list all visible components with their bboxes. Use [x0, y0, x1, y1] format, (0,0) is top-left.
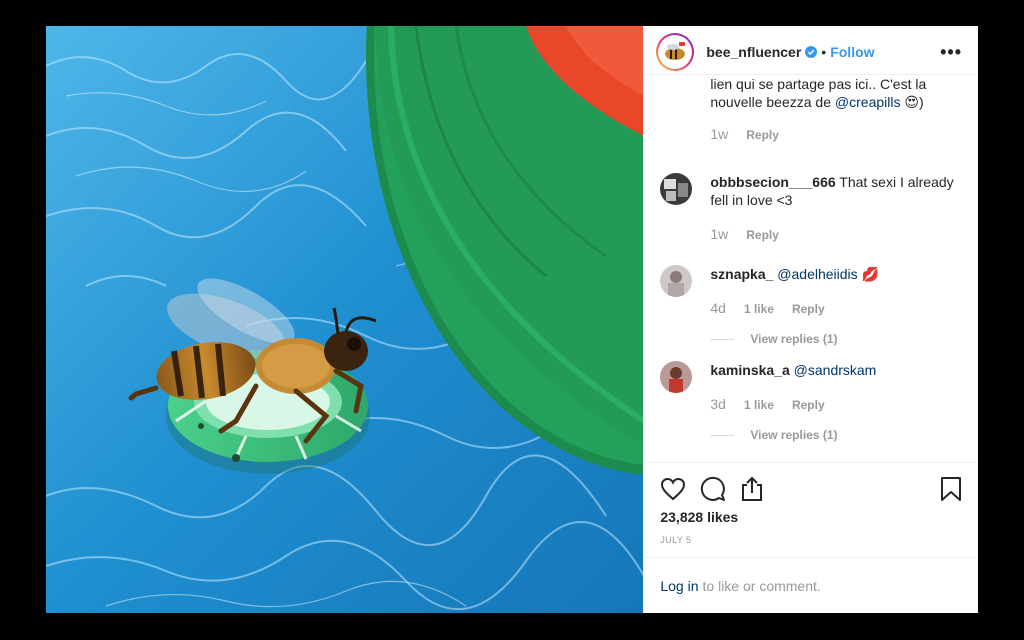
author-username[interactable]: bee_nfluencer: [706, 44, 801, 60]
comment-mention[interactable]: @adelheiidis: [777, 266, 857, 282]
post-actions: 23,828 likes JULY 5: [644, 462, 978, 557]
bookmark-icon[interactable]: [940, 476, 962, 502]
post-image[interactable]: [46, 26, 644, 613]
follow-button[interactable]: Follow: [830, 44, 874, 60]
comment-likes[interactable]: 1 like: [744, 300, 774, 318]
comment-item: ▂▂▂▂▂▂▂▂▂ ◆ (▂▂▂ ▂▂▂▂ ▂▂ lien qui se par…: [660, 75, 962, 144]
kiss-mark-emoji: 💋: [861, 266, 879, 282]
author-avatar[interactable]: [656, 33, 695, 71]
action-icons: [660, 471, 962, 507]
heart-icon[interactable]: [660, 477, 686, 501]
comment-mention[interactable]: @creapills: [835, 94, 901, 110]
speech-bubble-icon[interactable]: [700, 476, 726, 502]
view-replies-button[interactable]: View replies (1): [710, 426, 962, 444]
comment-text: sznapka_ @adelheiidis 💋: [710, 265, 962, 283]
view-replies-button[interactable]: View replies (1): [710, 330, 962, 348]
reply-button[interactable]: Reply: [792, 396, 825, 414]
comment-text: kaminska_a @sandrskam: [710, 361, 962, 379]
separator-dot: •: [821, 44, 827, 60]
login-link[interactable]: Log in: [660, 578, 698, 594]
comment-likes[interactable]: 1 like: [744, 396, 774, 414]
comment-time[interactable]: 4d: [710, 299, 726, 317]
comment-mention[interactable]: @sandrskam: [794, 362, 877, 378]
comment-meta: 1w Reply: [710, 225, 962, 244]
comment-item: kaminska_a @sandrskam 3d 1 like Reply Vi…: [660, 361, 962, 444]
post-header: bee_nfluencer • Follow •••: [644, 26, 978, 75]
login-prompt-text: to like or comment.: [702, 577, 821, 594]
post-side-panel: bee_nfluencer • Follow ••• ▂▂▂▂▂▂▂▂▂ ◆ (…: [643, 26, 978, 613]
share-icon[interactable]: [740, 476, 764, 502]
reply-button[interactable]: Reply: [746, 126, 779, 144]
commenter-username[interactable]: obbbsecion___666: [710, 174, 835, 190]
comment-item: sznapka_ @adelheiidis 💋 4d 1 like Reply …: [660, 265, 962, 348]
pool-bee-photo: [46, 26, 644, 613]
verified-badge-icon: [805, 46, 818, 58]
comment-meta: 1w Reply: [710, 125, 962, 144]
bee-avatar-icon: [665, 42, 686, 60]
more-options-icon[interactable]: •••: [940, 42, 962, 63]
smiling-face-emoji: 😍: [904, 94, 919, 110]
post-date[interactable]: JULY 5: [660, 535, 962, 545]
commenter-avatar[interactable]: [660, 361, 693, 393]
comment-meta: 4d 1 like Reply: [710, 299, 962, 318]
comment-meta: 3d 1 like Reply: [710, 395, 962, 414]
reply-button[interactable]: Reply: [792, 300, 825, 318]
comment-text: obbbsecion___666 That sexi I already fel…: [710, 174, 954, 208]
commenter-avatar[interactable]: [660, 173, 693, 205]
comment-item: obbbsecion___666 That sexi I already fel…: [660, 173, 962, 244]
comments-list[interactable]: ▂▂▂▂▂▂▂▂▂ ◆ (▂▂▂ ▂▂▂▂ ▂▂ lien qui se par…: [644, 75, 978, 462]
comment-time[interactable]: 3d: [710, 395, 726, 413]
comment-time[interactable]: 1w: [710, 125, 728, 143]
post-modal: bee_nfluencer • Follow ••• ▂▂▂▂▂▂▂▂▂ ◆ (…: [46, 26, 978, 613]
login-prompt: Log in to like or comment.: [644, 557, 978, 613]
reply-button[interactable]: Reply: [746, 226, 779, 244]
likes-count[interactable]: 23,828 likes: [660, 509, 962, 525]
comment-time[interactable]: 1w: [710, 225, 728, 243]
comment-text: lien qui se partage pas ici.. C'est la n…: [710, 76, 927, 110]
commenter-username[interactable]: sznapka_: [710, 266, 773, 282]
commenter-username[interactable]: kaminska_a: [710, 362, 789, 378]
commenter-avatar[interactable]: [660, 265, 693, 297]
